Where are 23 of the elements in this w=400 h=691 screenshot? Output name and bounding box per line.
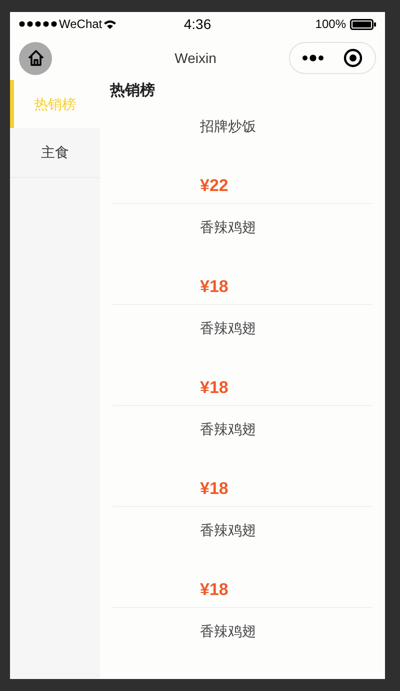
product-price: ¥18 — [200, 478, 230, 500]
product-name: 香辣鸡翅 — [200, 318, 257, 338]
section-title: 热销榜 — [110, 81, 155, 101]
battery-percent: 100% — [315, 16, 346, 33]
product-name: 香辣鸡翅 — [200, 420, 257, 438]
product-name: 香辣鸡翅 — [200, 218, 257, 236]
product-price: ¥18 — [200, 276, 230, 298]
more-icon[interactable] — [302, 54, 324, 62]
signal-icon — [19, 21, 57, 27]
wifi-icon — [104, 20, 116, 28]
product-price: ¥18 — [200, 376, 230, 398]
product-name: 香辣鸡翅 — [200, 622, 257, 640]
product-name: 招牌炒饭 — [200, 116, 257, 136]
status-time: 4:36 — [184, 14, 212, 34]
product-name: 香辣鸡翅 — [200, 520, 257, 540]
close-icon[interactable] — [343, 48, 363, 68]
home-button[interactable] — [19, 42, 52, 74]
page-title: Weixin — [174, 48, 218, 68]
carrier-name: WeChat — [59, 16, 102, 33]
product-price: ¥22 — [200, 174, 230, 196]
home-icon — [26, 49, 44, 67]
product-price: ¥18 — [200, 578, 230, 600]
battery-icon — [350, 18, 376, 30]
